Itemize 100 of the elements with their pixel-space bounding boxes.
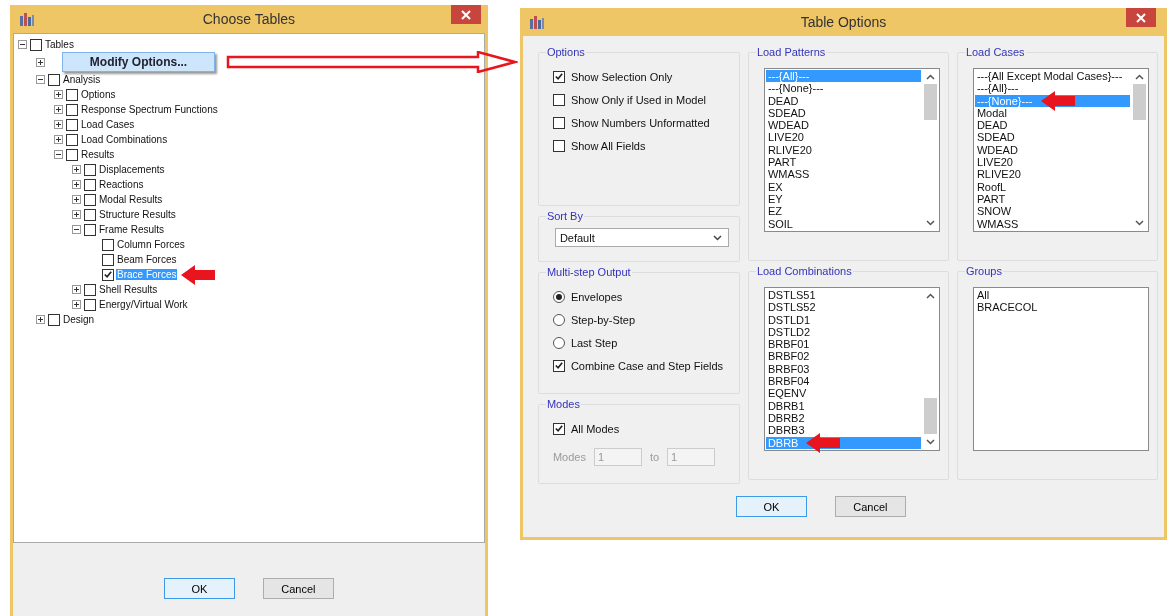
- expander-icon[interactable]: [36, 75, 45, 84]
- checkbox[interactable]: [84, 223, 96, 236]
- list-item[interactable]: SNOW: [974, 205, 1130, 218]
- context-menu-item[interactable]: Modify Options...: [62, 52, 215, 72]
- tree-item[interactable]: Column Forces: [116, 239, 186, 250]
- list-item[interactable]: EY: [765, 192, 921, 206]
- ok-button[interactable]: OK: [735, 496, 807, 517]
- expander-icon[interactable]: [54, 150, 63, 159]
- tree-item[interactable]: Frame Results: [98, 224, 165, 235]
- tree-item[interactable]: Displacements: [98, 164, 166, 175]
- expander-icon[interactable]: [72, 180, 81, 189]
- tree-item[interactable]: Design: [62, 314, 96, 325]
- checkbox[interactable]: [84, 163, 96, 176]
- list-item[interactable]: DSTLD2: [765, 325, 921, 339]
- tree-item[interactable]: Modal Results: [98, 194, 164, 205]
- checkbox[interactable]: [552, 70, 565, 83]
- tree-item[interactable]: Results: [80, 149, 116, 160]
- scrollbar-thumb[interactable]: [1132, 84, 1146, 120]
- scroll-up-icon[interactable]: [1134, 74, 1144, 80]
- checkbox[interactable]: [552, 359, 565, 372]
- list-item[interactable]: BRACECOL: [974, 301, 1147, 314]
- list-item[interactable]: ---{All}---: [974, 82, 1130, 95]
- tree-item[interactable]: Load Cases: [80, 119, 136, 130]
- list-item[interactable]: WMASS: [974, 217, 1130, 230]
- list-item[interactable]: DBRB1: [765, 399, 921, 412]
- expander-icon[interactable]: [54, 135, 63, 144]
- list-item[interactable]: Modal: [974, 106, 1130, 120]
- checkbox[interactable]: [48, 73, 60, 86]
- list-item[interactable]: LIVE20: [974, 156, 1130, 169]
- list-box[interactable]: ---{All}--- ---{None}--- DEAD SDEAD WDEAD LIVE20 RLIVE20 PART WMASS EX EY EZ SOIL: [763, 68, 940, 232]
- cancel-button[interactable]: Cancel: [262, 578, 334, 599]
- list-item[interactable]: BRBF02: [765, 350, 921, 363]
- scroll-up-icon[interactable]: [925, 293, 935, 299]
- checkbox[interactable]: [102, 268, 114, 281]
- tree-item[interactable]: Tables: [44, 39, 75, 50]
- scrollbar-thumb[interactable]: [923, 398, 937, 434]
- expander-icon[interactable]: [72, 300, 81, 309]
- checkbox[interactable]: [552, 139, 565, 152]
- scroll-down-icon[interactable]: [1134, 220, 1144, 226]
- scroll-down-icon[interactable]: [925, 439, 935, 445]
- list-item[interactable]: SOIL: [765, 217, 921, 230]
- expander-icon[interactable]: [72, 195, 81, 204]
- checkbox[interactable]: [66, 118, 78, 131]
- checkbox[interactable]: [552, 116, 565, 129]
- expander-icon[interactable]: [18, 40, 27, 49]
- list-box[interactable]: DSTLS51 DSTLS52 DSTLD1 DSTLD2 BRBF01 BRBF02 BRBF03 BRBF04 EQENV DBRB1 DBRB2 DBRB3 DBRB: [763, 287, 940, 451]
- expander-icon[interactable]: [36, 315, 45, 324]
- radio-button[interactable]: [552, 313, 565, 326]
- expander-icon[interactable]: [36, 57, 45, 67]
- checkbox[interactable]: [66, 133, 78, 146]
- list-item[interactable]: SDEAD: [974, 131, 1130, 144]
- tree-item[interactable]: Response Spectrum Functions: [80, 104, 219, 115]
- expander-icon[interactable]: [54, 90, 63, 99]
- expander-icon[interactable]: [54, 105, 63, 114]
- list-item[interactable]: PART: [974, 192, 1130, 206]
- list-item[interactable]: DBRB2: [765, 411, 921, 425]
- radio-button[interactable]: [552, 290, 565, 303]
- checkbox[interactable]: [84, 208, 96, 221]
- checkbox[interactable]: [84, 283, 96, 296]
- list-item[interactable]: BRBF01: [765, 338, 921, 351]
- list-item[interactable]: WDEAD: [974, 143, 1130, 157]
- list-item[interactable]: RLIVE20: [974, 168, 1130, 181]
- expander-icon[interactable]: [72, 165, 81, 174]
- checkbox[interactable]: [66, 88, 78, 101]
- tree-item[interactable]: Load Combinations: [80, 134, 169, 145]
- expander-icon[interactable]: [72, 210, 81, 219]
- scrollbar-thumb[interactable]: [923, 84, 937, 120]
- ok-button[interactable]: OK: [163, 578, 235, 599]
- expander-icon[interactable]: [72, 285, 81, 294]
- tree-item[interactable]: Energy/Virtual Work: [98, 299, 189, 310]
- list-item[interactable]: PART: [765, 156, 921, 169]
- tree-item[interactable]: Beam Forces: [116, 254, 178, 265]
- dropdown[interactable]: Default: [554, 228, 729, 247]
- list-item[interactable]: DSTLS51: [765, 289, 921, 302]
- close-button[interactable]: [1126, 8, 1156, 27]
- checkbox[interactable]: [552, 93, 565, 106]
- list-item[interactable]: LIVE20: [765, 131, 921, 144]
- expander-icon[interactable]: [72, 225, 81, 234]
- list-item[interactable]: SDEAD: [765, 106, 921, 120]
- list-item[interactable]: EZ: [765, 205, 921, 218]
- list-item[interactable]: DEAD: [765, 94, 921, 107]
- tree-item[interactable]: Shell Results: [98, 284, 159, 295]
- list-item[interactable]: RoofL: [974, 180, 1130, 193]
- checkbox[interactable]: [30, 38, 42, 51]
- list-item[interactable]: RLIVE20: [765, 143, 921, 157]
- cancel-button[interactable]: Cancel: [834, 496, 906, 517]
- list-item[interactable]: DSTLS52: [765, 301, 921, 314]
- checkbox[interactable]: [84, 178, 96, 191]
- list-item[interactable]: WDEAD: [765, 119, 921, 132]
- list-box[interactable]: ---{All Except Modal Cases}--- ---{All}--- ---{None}--- Modal DEAD SDEAD WDEAD LIVE20 RLIVE20 RoofL PART SNOW WMASS: [972, 68, 1149, 232]
- expander-icon[interactable]: [54, 120, 63, 129]
- tree-item[interactable]: Reactions: [98, 179, 145, 190]
- list-item[interactable]: BRBF03: [765, 362, 921, 376]
- radio-button[interactable]: [552, 336, 565, 349]
- list-item[interactable]: EX: [765, 180, 921, 193]
- list-item[interactable]: WMASS: [765, 168, 921, 181]
- checkbox[interactable]: [102, 253, 114, 266]
- list-item[interactable]: DBRB3: [765, 424, 921, 437]
- list-item[interactable]: ---{None}---: [765, 82, 921, 95]
- list-item[interactable]: ---{All Except Modal Cases}---: [974, 70, 1130, 83]
